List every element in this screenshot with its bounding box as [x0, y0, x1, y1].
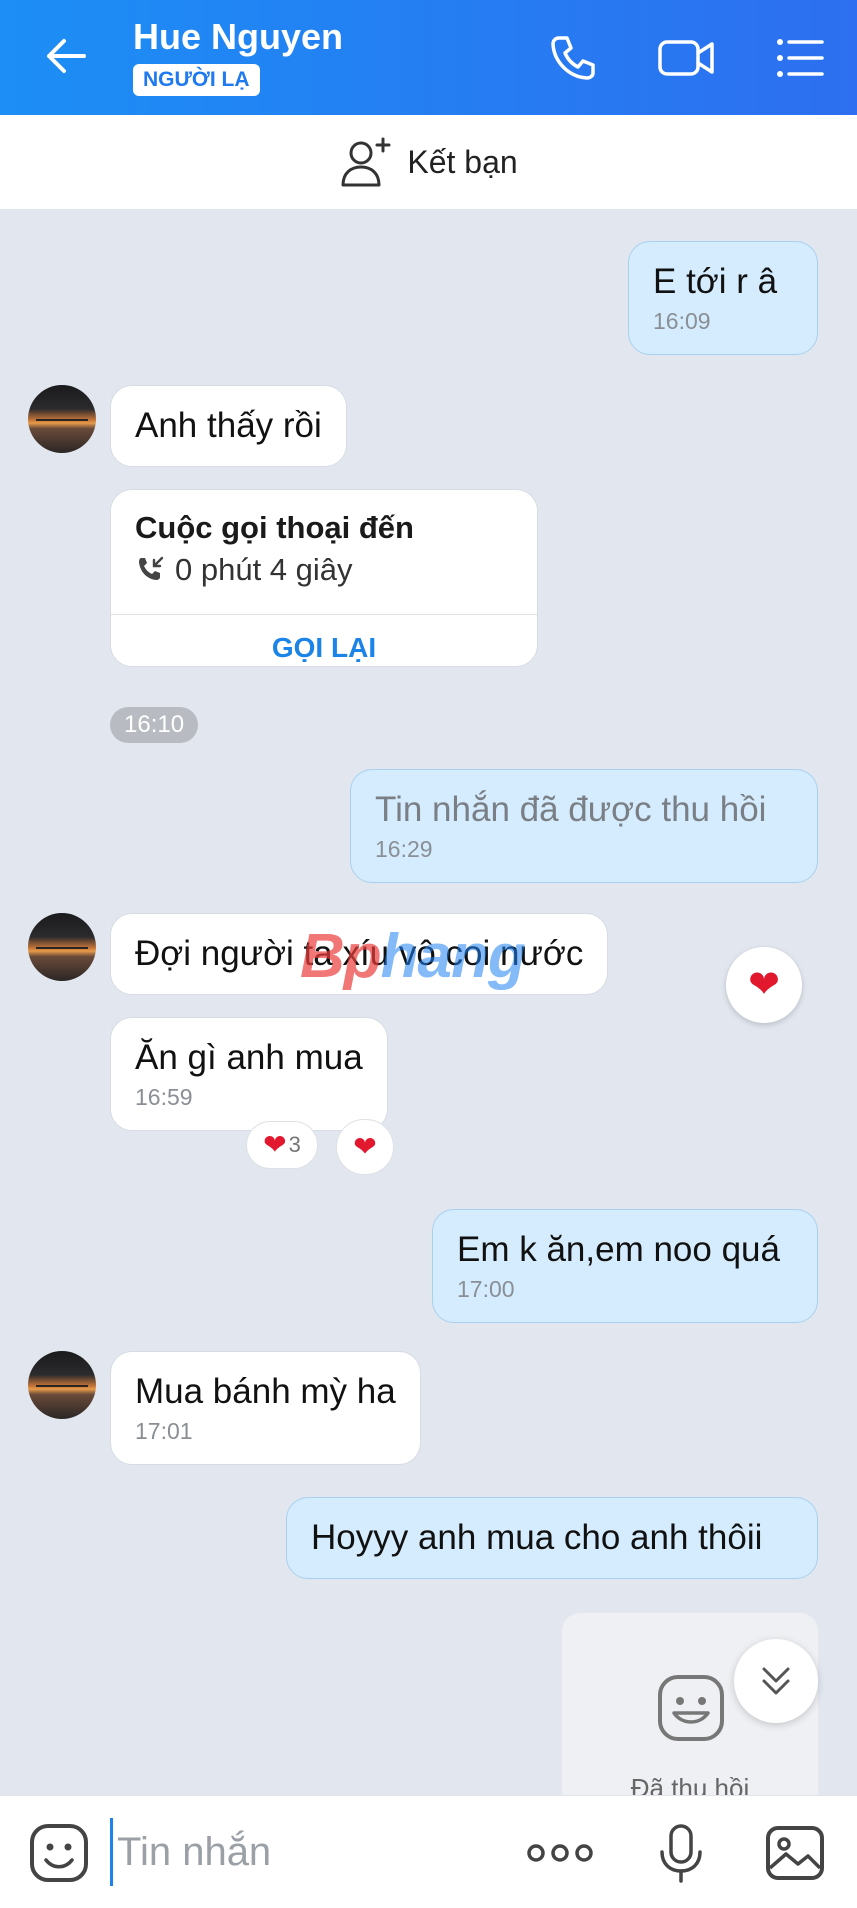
add-friend-button[interactable]: Kết bạn — [0, 115, 857, 209]
menu-button[interactable] — [772, 30, 828, 86]
phone-icon — [551, 36, 595, 80]
message-time: 17:00 — [457, 1276, 515, 1302]
message-time: 16:29 — [375, 836, 433, 862]
more-options-button[interactable] — [526, 1822, 593, 1884]
heart-icon: ❤ — [353, 1131, 377, 1162]
more-dots-icon — [527, 1844, 593, 1862]
time-chip: 16:10 — [110, 707, 199, 743]
heart-icon: ❤ — [748, 964, 780, 1006]
contact-avatar[interactable] — [28, 1351, 96, 1419]
add-person-icon — [341, 137, 391, 187]
back-arrow-icon — [47, 39, 86, 73]
recalled-caption: Đã thu hồi — [630, 1773, 750, 1795]
double-chevron-down-icon — [762, 1667, 790, 1695]
list-menu-icon — [777, 39, 824, 77]
message-text: Tin nhắn đã được thu hồi — [375, 790, 767, 829]
message-bubble-outgoing[interactable]: Em k ăn,em noo quá 17:00 — [432, 1209, 818, 1323]
message-bubble-incoming[interactable]: Ăn gì anh mua 16:59 — [110, 1017, 388, 1131]
photo-button[interactable] — [764, 1822, 826, 1884]
video-camera-icon — [658, 40, 714, 76]
emoji-button[interactable] — [28, 1822, 90, 1884]
call-back-button[interactable]: GỌI LẠI — [111, 614, 537, 666]
add-reaction-button[interactable]: ❤ — [336, 1119, 394, 1175]
message-text: Anh thấy rồi — [135, 406, 322, 445]
scroll-to-bottom-button[interactable] — [734, 1639, 818, 1723]
reaction-summary[interactable]: ❤ 3 — [246, 1121, 318, 1169]
call-card[interactable]: Cuộc gọi thoại đến 0 phút 4 giây GỌI LẠI — [110, 489, 538, 667]
reaction-button[interactable]: ❤ — [726, 947, 802, 1023]
message-text: Ăn gì anh mua — [135, 1038, 363, 1077]
voice-record-button[interactable] — [650, 1822, 712, 1884]
heart-icon: ❤ — [263, 1129, 287, 1160]
message-list[interactable]: E tới r â 16:09 Anh thấy rồi Cuộc gọi th… — [0, 209, 857, 1795]
back-button[interactable] — [40, 30, 92, 82]
chat-header: Hue Nguyen NGƯỜI LẠ — [0, 0, 857, 115]
add-friend-label: Kết bạn — [407, 143, 518, 180]
message-text: Mua bánh mỳ ha — [135, 1372, 396, 1411]
microphone-icon — [660, 1824, 702, 1883]
message-text: Em k ăn,em noo quá — [457, 1230, 780, 1269]
message-bubble-incoming[interactable]: Mua bánh mỳ ha 17:01 — [110, 1351, 421, 1465]
message-bubble-outgoing[interactable]: Hoyyy anh mua cho anh thôii — [286, 1497, 818, 1579]
watermark-logo: Bphang — [300, 922, 526, 991]
message-input[interactable] — [110, 1818, 490, 1886]
recalled-sticker-icon — [658, 1675, 724, 1741]
message-text: E tới r â — [653, 262, 778, 301]
message-time: 17:01 — [135, 1418, 193, 1444]
video-call-button[interactable] — [656, 30, 714, 86]
message-time: 16:59 — [135, 1084, 193, 1110]
call-duration: 0 phút 4 giây — [175, 552, 353, 587]
call-title: Cuộc gọi thoại đến — [135, 510, 414, 545]
voice-call-button[interactable] — [545, 30, 601, 86]
image-gallery-icon — [766, 1826, 824, 1880]
sticker-emoji-icon — [30, 1824, 88, 1882]
message-bubble-outgoing[interactable]: Tin nhắn đã được thu hồi 16:29 — [350, 769, 818, 883]
composer-bar — [0, 1795, 857, 1908]
message-bubble-incoming[interactable]: Anh thấy rồi — [110, 385, 347, 467]
message-text: Hoyyy anh mua cho anh thôii — [311, 1518, 763, 1557]
contact-avatar[interactable] — [28, 913, 96, 981]
message-time: 16:09 — [653, 308, 711, 334]
reaction-count: 3 — [288, 1132, 301, 1157]
stranger-badge: NGƯỜI LẠ — [133, 64, 260, 96]
contact-name[interactable]: Hue Nguyen — [133, 16, 343, 58]
message-bubble-outgoing[interactable]: E tới r â 16:09 — [628, 241, 818, 355]
incoming-call-icon — [139, 556, 164, 580]
call-duration-row: 0 phút 4 giây — [135, 552, 353, 588]
contact-avatar[interactable] — [28, 385, 96, 453]
